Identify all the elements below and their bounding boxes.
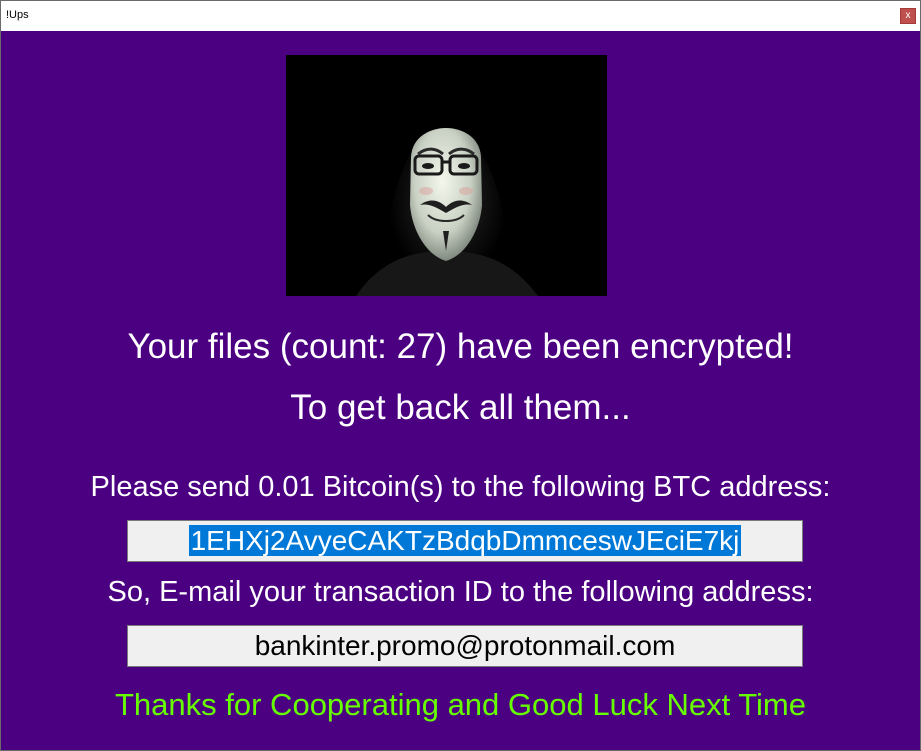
closing-message: Thanks for Cooperating and Good Luck Nex… bbox=[115, 687, 806, 722]
masked-hacker-image bbox=[286, 55, 607, 296]
btc-address-text[interactable]: 1EHXj2AvyeCAKTzBdqbDmmceswJEciE7kj bbox=[188, 525, 742, 556]
title-bar: !Ups x bbox=[1, 1, 920, 31]
ransom-window: !Ups x Your files (count: 27) have been … bbox=[0, 0, 921, 751]
recovery-subheading: To get back all them... bbox=[290, 388, 631, 427]
close-button[interactable]: x bbox=[900, 8, 916, 24]
email-address-text[interactable]: bankinter.promo@protonmail.com bbox=[255, 630, 676, 661]
btc-address-field[interactable]: 1EHXj2AvyeCAKTzBdqbDmmceswJEciE7kj bbox=[127, 520, 803, 562]
email-address-field[interactable]: bankinter.promo@protonmail.com bbox=[127, 625, 803, 667]
main-content: Your files (count: 27) have been encrypt… bbox=[1, 31, 920, 750]
encryption-headline: Your files (count: 27) have been encrypt… bbox=[127, 327, 794, 366]
window-title: !Ups bbox=[6, 9, 29, 21]
payment-instruction: Please send 0.01 Bitcoin(s) to the follo… bbox=[90, 471, 831, 503]
masked-hacker-illustration bbox=[286, 55, 607, 296]
email-instruction: So, E-mail your transaction ID to the fo… bbox=[107, 576, 814, 608]
